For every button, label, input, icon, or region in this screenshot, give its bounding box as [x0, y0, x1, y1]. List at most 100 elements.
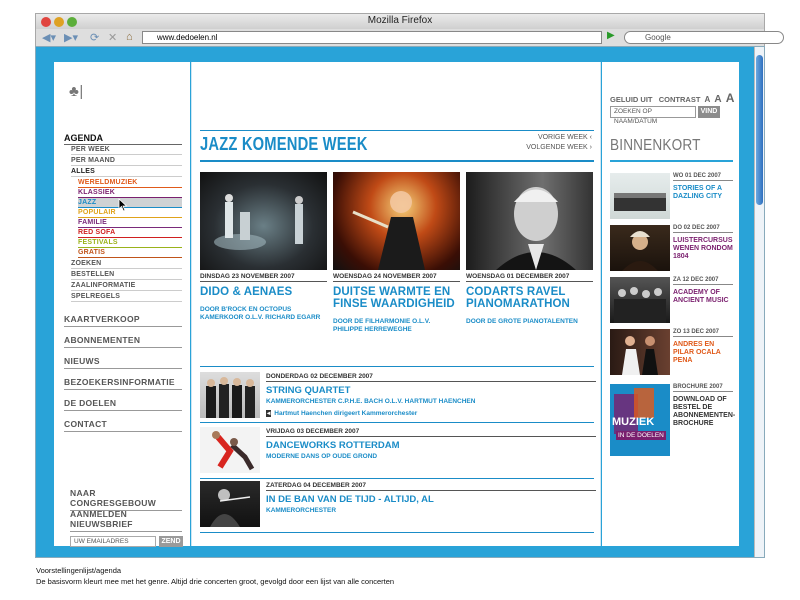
site-logo[interactable]: ♣|	[69, 81, 88, 101]
nav-genre-klassiek[interactable]: KLASSIEK	[78, 188, 182, 198]
list-subtitle: KAMMERORCHESTER C.P.H.E. BACH O.L.V. HAR…	[266, 398, 476, 405]
nav-abonnementen[interactable]: ABONNEMENTEN	[64, 335, 182, 348]
list-subtitle: MODERNE DANS OP OUDE GROND	[266, 453, 378, 460]
nav-de-doelen[interactable]: DE DOELEN	[64, 398, 182, 411]
upcoming-date: ZA 12 DEC 2007	[673, 277, 733, 285]
address-bar[interactable]: www.dedoelen.nl	[142, 31, 602, 44]
nav-bestellen[interactable]: BESTELLEN	[71, 270, 182, 280]
caption-line-1: Voorstellingenlijst/agenda	[36, 566, 122, 575]
list-image-string-quartet[interactable]	[200, 372, 260, 418]
newsletter-send-button[interactable]: ZEND	[159, 536, 183, 547]
upcoming-image-stories[interactable]	[610, 173, 670, 219]
nav-agenda[interactable]: AGENDA	[64, 133, 182, 145]
upcoming-title[interactable]: LUISTERCURSUS WENEN RONDOM 1804	[673, 237, 735, 261]
nav-genre-familie[interactable]: FAMILIE	[78, 218, 182, 228]
nav-genre-populair[interactable]: POPULAIR	[78, 208, 182, 218]
nav-contact[interactable]: CONTACT	[64, 419, 182, 432]
font-size-medium-button[interactable]: A	[714, 94, 721, 105]
left-navigation: ♣| AGENDA PER WEEK PER MAAND ALLES WEREL…	[54, 62, 190, 547]
featured-title[interactable]: DIDO & AENAES	[200, 286, 327, 298]
font-size-small-button[interactable]: A	[705, 95, 711, 104]
audio-link[interactable]: ◂ Hartmut Haenchen dirigeert Kammerorches…	[266, 409, 417, 417]
list-date: VRIJDAG 03 DECEMBER 2007	[266, 428, 596, 437]
featured-image-dido[interactable]	[200, 172, 327, 270]
home-icon[interactable]: ⌂	[126, 31, 133, 43]
page-scrollbar[interactable]	[754, 47, 764, 557]
nav-bezoekersinformatie[interactable]: BEZOEKERSINFORMATIE	[64, 377, 182, 390]
featured-image-codarts[interactable]	[466, 172, 593, 270]
stop-icon[interactable]: ✕	[108, 31, 117, 44]
brochure-title: MUZIEK	[612, 416, 655, 428]
nav-genre-jazz[interactable]: JAZZ	[78, 198, 182, 208]
scrollbar-thumb[interactable]	[756, 55, 763, 205]
nav-zoeken[interactable]: ZOEKEN	[71, 259, 182, 269]
audio-label: Hartmut Haenchen dirigeert Kammerorchest…	[274, 410, 418, 417]
choir-photo-image	[614, 193, 666, 211]
nav-per-maand[interactable]: PER MAAND	[71, 156, 182, 166]
nav-genre-festivals[interactable]: FESTIVALS	[78, 238, 182, 248]
nav-alles[interactable]: ALLES	[71, 167, 182, 177]
site-search-button[interactable]: VIND	[698, 106, 720, 118]
upcoming-image-luistercursus[interactable]	[610, 225, 670, 271]
upcoming-title[interactable]: STORIES OF A DAZLING CITY	[673, 185, 735, 201]
go-icon[interactable]: ▶	[607, 30, 615, 41]
page-heading: JAZZ KOMENDE WEEK	[200, 134, 368, 154]
main-content: JAZZ KOMENDE WEEK VORIGE WEEK ‹ VOLGENDE…	[191, 62, 601, 546]
portrait-painting-image	[622, 231, 658, 271]
upcoming-title[interactable]: ANDRES EN PILAR OCALA PENA	[673, 341, 735, 365]
back-arrow-icon[interactable]: ◀▾	[42, 31, 56, 44]
heading-top-rule	[200, 130, 594, 131]
stage-figures-image	[214, 194, 303, 250]
forward-arrow-icon[interactable]: ▶▾	[64, 31, 78, 44]
ensemble-photo-image	[614, 287, 666, 323]
list-title[interactable]: STRING QUARTET	[266, 385, 350, 396]
reload-icon[interactable]: ⟳	[90, 31, 99, 44]
browser-toolbar: ◀▾ ▶▾ ⟳ ✕ ⌂ www.dedoelen.nl ▶ Google	[35, 29, 784, 46]
list-image-in-de-ban[interactable]	[200, 481, 260, 527]
upcoming-image-academy[interactable]	[610, 277, 670, 323]
list-top-rule	[200, 366, 594, 367]
upcoming-date: ZO 13 DEC 2007	[673, 329, 733, 337]
nav-genre-gratis[interactable]: GRATIS	[78, 248, 182, 258]
caption-line-2: De basisvorm kleurt mee met het genre. A…	[36, 577, 395, 586]
nav-naar-congresgebouw[interactable]: NAAR CONGRESGEBOUW	[70, 488, 182, 511]
nav-nieuws[interactable]: NIEUWS	[64, 356, 182, 369]
nav-kaartverkoop[interactable]: KAARTVERKOOP	[64, 314, 182, 327]
browser-search-input[interactable]: Google	[624, 31, 784, 44]
speaker-icon: ◂	[266, 410, 272, 417]
upcoming-title[interactable]: ACADEMY OF ANCIENT MUSIC	[673, 289, 735, 305]
contrast-link[interactable]: CONTRAST	[659, 95, 701, 104]
nav-per-week[interactable]: PER WEEK	[71, 145, 182, 155]
list-bottom-rule	[200, 532, 594, 533]
accessibility-controls: GELUID UIT CONTRAST A A A	[610, 91, 734, 105]
list-date: DONDERDAG 02 DECEMBER 2007	[266, 373, 596, 382]
nav-genre-red-sofa[interactable]: RED SOFA	[78, 228, 182, 238]
binnenkort-heading: BINNENKORT	[610, 137, 701, 154]
featured-title[interactable]: CODARTS RAVEL PIANOMARATHON	[466, 286, 593, 310]
list-title[interactable]: IN DE BAN VAN DE TIJD - ALTIJD, AL	[266, 494, 434, 505]
previous-week-link[interactable]: VORIGE WEEK ‹	[538, 134, 592, 141]
font-size-large-button[interactable]: A	[726, 91, 735, 105]
window-title: Mozilla Firefox	[367, 15, 433, 26]
featured-date: WOENSDAG 01 DECEMBER 2007	[466, 273, 593, 282]
conductor-image	[352, 191, 425, 270]
list-title[interactable]: DANCEWORKS ROTTERDAM	[266, 440, 400, 451]
brochure-cover[interactable]: MUZIEK IN DE DOELEN	[610, 384, 670, 456]
sound-off-link[interactable]: GELUID UIT	[610, 95, 653, 104]
quartet-photo-image	[206, 377, 255, 418]
mouse-cursor-icon	[118, 198, 128, 212]
featured-title[interactable]: DUITSE WARMTE EN FINSE WAARDIGHEID	[333, 286, 460, 310]
window-titlebar: Mozilla Firefox	[35, 13, 765, 29]
list-rule	[200, 422, 594, 423]
nav-genre-wereldmuziek[interactable]: WERELDMUZIEK	[78, 178, 182, 188]
upcoming-title[interactable]: DOWNLOAD OF BESTEL DE ABONNEMENTEN-BROCH…	[673, 396, 735, 428]
pianist-portrait-image	[496, 187, 576, 270]
list-image-danceworks[interactable]	[200, 427, 260, 473]
next-week-link[interactable]: VOLGENDE WEEK ›	[526, 144, 592, 151]
nav-spelregels[interactable]: SPELREGELS	[71, 292, 182, 302]
site-search-input[interactable]: ZOEKEN OP NAAM/DATUM	[610, 106, 696, 125]
featured-image-duitse-warmte[interactable]	[333, 172, 460, 270]
newsletter-email-input[interactable]: UW EMAILADRES	[70, 536, 156, 547]
upcoming-image-andres[interactable]	[610, 329, 670, 375]
nav-zaalinformatie[interactable]: ZAALINFORMATIE	[71, 281, 182, 291]
